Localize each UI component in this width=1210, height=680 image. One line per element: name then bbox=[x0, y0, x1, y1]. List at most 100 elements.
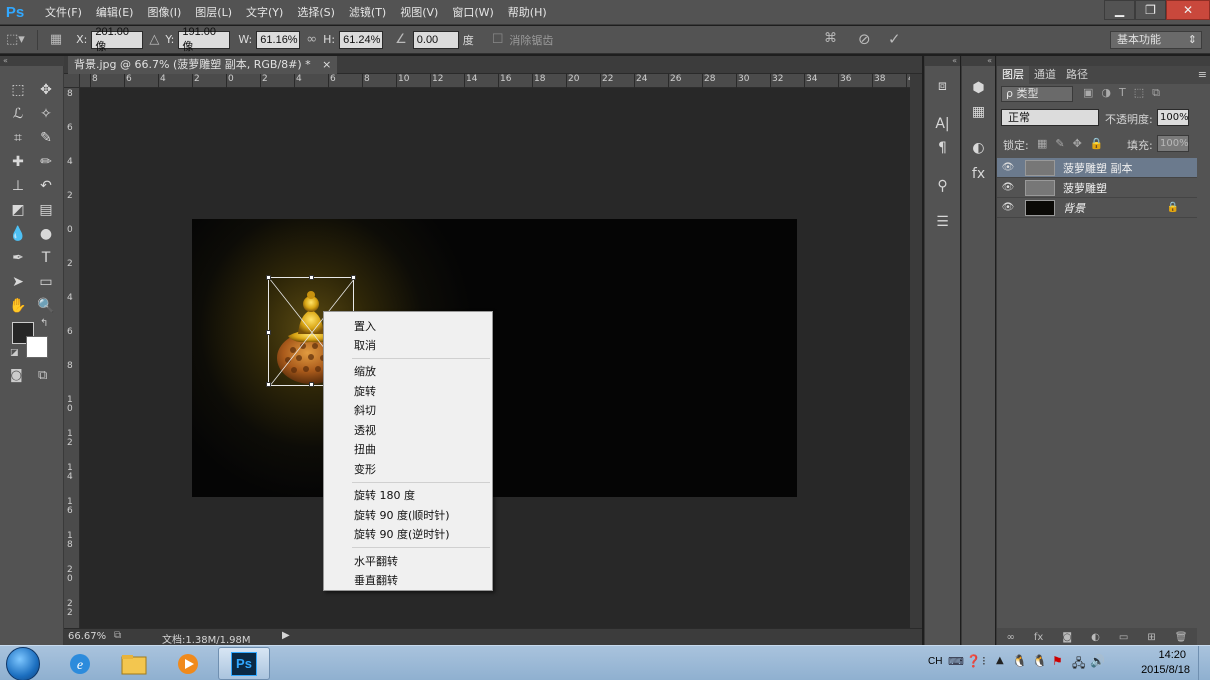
taskbar-media-player-icon[interactable] bbox=[162, 647, 214, 680]
x-field[interactable]: 201.00 像 bbox=[91, 26, 144, 53]
blend-mode-select[interactable]: 正常 bbox=[1001, 109, 1099, 126]
vertical-scrollbar[interactable] bbox=[910, 74, 922, 630]
menu-select[interactable]: 选择(S) bbox=[290, 0, 342, 25]
layer-filter-select[interactable]: ρ 类型 bbox=[1001, 86, 1073, 102]
paragraph-panel-icon[interactable]: ¶ bbox=[925, 140, 960, 156]
brush-presets-panel-icon[interactable]: ⚲ bbox=[925, 178, 960, 194]
eyedropper-tool-icon[interactable]: ✎ bbox=[32, 126, 60, 150]
transform-handle-bottom-left[interactable] bbox=[266, 382, 271, 387]
ctx-skew[interactable]: 斜切 bbox=[354, 402, 376, 418]
opacity-field[interactable]: 100% bbox=[1157, 109, 1189, 126]
strip-collapse-icon[interactable]: « bbox=[962, 56, 995, 66]
horizontal-ruler[interactable]: 8642024681012141618202224262830323436384… bbox=[80, 74, 919, 88]
width-field[interactable]: 61.16% bbox=[256, 30, 301, 49]
ime-options-icon[interactable]: ⁝ bbox=[982, 654, 986, 668]
background-color-swatch[interactable] bbox=[26, 336, 48, 358]
delete-layer-icon[interactable]: 🗑 bbox=[1175, 632, 1188, 643]
dodge-tool-icon[interactable]: ● bbox=[32, 222, 60, 246]
eye-icon[interactable]: 👁 bbox=[997, 182, 1019, 193]
menu-window[interactable]: 窗口(W) bbox=[445, 0, 500, 25]
character-panel-icon[interactable]: A| bbox=[925, 116, 960, 132]
history-brush-tool-icon[interactable]: ↶ bbox=[32, 174, 60, 198]
action-center-icon[interactable]: ⚑ bbox=[1052, 654, 1063, 668]
eye-icon[interactable]: 👁 bbox=[997, 162, 1019, 173]
cancel-transform-icon[interactable]: ⊘ bbox=[858, 30, 871, 48]
properties-panel-icon[interactable]: ☰ bbox=[925, 214, 960, 230]
qq-alt-icon[interactable]: 🐧 bbox=[1032, 654, 1047, 668]
taskbar-photoshop-icon[interactable]: Ps bbox=[218, 647, 270, 680]
layers-collapse-bar[interactable] bbox=[997, 56, 1210, 66]
volume-icon[interactable]: 🔊 bbox=[1090, 654, 1105, 668]
tab-channels[interactable]: 通道 bbox=[1029, 66, 1061, 84]
clone-stamp-tool-icon[interactable]: ⊥ bbox=[4, 174, 32, 198]
zoom-level[interactable]: 66.67% bbox=[68, 631, 106, 642]
clock-time[interactable]: 14:20 bbox=[1158, 649, 1186, 661]
transform-handle-top-right[interactable] bbox=[351, 275, 356, 280]
default-colors-icon[interactable]: ◪ bbox=[10, 348, 19, 358]
taskbar-explorer-icon[interactable] bbox=[108, 647, 160, 680]
export-icon[interactable]: ⧉ bbox=[114, 630, 121, 641]
help-icon[interactable]: ❓ bbox=[966, 654, 981, 668]
ctx-scale[interactable]: 缩放 bbox=[354, 363, 376, 379]
crop-tool-icon[interactable]: ⌗ bbox=[4, 126, 32, 150]
pen-tool-icon[interactable]: ✒ bbox=[4, 246, 32, 270]
move-tool-icon[interactable]: ✥ bbox=[32, 78, 60, 102]
start-button[interactable] bbox=[6, 647, 40, 680]
path-selection-tool-icon[interactable]: ➤ bbox=[4, 270, 32, 294]
screen-mode-icon[interactable]: ⧉ bbox=[38, 368, 47, 383]
layer-style-icon[interactable]: fx bbox=[1034, 632, 1043, 643]
transform-handle-bottom[interactable] bbox=[309, 382, 314, 387]
ctx-place[interactable]: 置入 bbox=[354, 318, 376, 334]
show-hidden-icons-icon[interactable]: ▲ bbox=[996, 655, 1004, 666]
angle-field[interactable]: 0.00 bbox=[412, 30, 459, 49]
tab-paths[interactable]: 路径 bbox=[1061, 66, 1093, 84]
lasso-tool-icon[interactable]: ℒ bbox=[4, 102, 32, 126]
menu-filter[interactable]: 滤镜(T) bbox=[342, 0, 393, 25]
network-icon[interactable]: 🖧 bbox=[1072, 654, 1085, 675]
fill-field[interactable]: 100% bbox=[1157, 135, 1189, 152]
panel-menu-icon[interactable]: ≡ bbox=[1198, 68, 1207, 81]
ctx-flip-horizontal[interactable]: 水平翻转 bbox=[354, 553, 398, 569]
close-button[interactable]: ✕ bbox=[1166, 0, 1210, 20]
ctx-distort[interactable]: 扭曲 bbox=[354, 441, 376, 457]
quick-mask-icon[interactable]: ◙ bbox=[10, 368, 23, 383]
adjustment-layer-icon[interactable]: ◐ bbox=[1091, 632, 1100, 643]
layer-row-background[interactable]: 👁 背景 🔒 bbox=[997, 198, 1197, 218]
show-desktop-button[interactable] bbox=[1198, 646, 1210, 680]
ctx-rotate-90-ccw[interactable]: 旋转 90 度(逆时针) bbox=[354, 526, 450, 542]
blur-tool-icon[interactable]: 💧 bbox=[4, 222, 32, 246]
layer-row-pineapple[interactable]: 👁 菠萝雕塑 bbox=[997, 178, 1197, 198]
ctx-flip-vertical[interactable]: 垂直翻转 bbox=[354, 572, 398, 588]
transform-handle-top[interactable] bbox=[309, 275, 314, 280]
brush-tool-icon[interactable]: ✏ bbox=[32, 150, 60, 174]
new-group-icon[interactable]: ▭ bbox=[1119, 632, 1128, 643]
ruler-corner[interactable] bbox=[64, 74, 80, 88]
styles-panel-icon[interactable]: fx bbox=[962, 166, 995, 182]
hand-tool-icon[interactable]: ✋ bbox=[4, 294, 32, 318]
eye-icon[interactable]: 👁 bbox=[997, 202, 1019, 213]
delta-icon[interactable]: △ bbox=[149, 32, 159, 47]
layer-filter-icons[interactable]: ▣◑T⬚⧉ bbox=[1083, 86, 1168, 100]
vertical-ruler[interactable]: 8 6 4 2 0 2 4 6 8 10 12 14 16 18 20 22 bbox=[64, 88, 80, 628]
document-tab[interactable]: 背景.jpg @ 66.7% (菠萝雕塑 副本, RGB/8#) * × bbox=[68, 56, 338, 74]
qq-icon[interactable]: 🐧 bbox=[1012, 654, 1027, 668]
clock-date[interactable]: 2015/8/18 bbox=[1141, 664, 1190, 676]
lock-icons[interactable]: ▦✎✥🔒 bbox=[1037, 137, 1112, 150]
3d-panel-icon[interactable]: ⬢ bbox=[962, 80, 995, 96]
menu-view[interactable]: 视图(V) bbox=[393, 0, 445, 25]
link-layers-icon[interactable]: ∞ bbox=[1007, 632, 1015, 643]
antialias-checkbox[interactable]: ☐ bbox=[492, 32, 504, 47]
menu-help[interactable]: 帮助(H) bbox=[501, 0, 554, 25]
y-field[interactable]: 191.00 像 bbox=[178, 26, 231, 53]
workspace-select[interactable]: 基本功能 ⇕ bbox=[1110, 31, 1202, 49]
close-tab-icon[interactable]: × bbox=[322, 58, 331, 71]
magic-wand-tool-icon[interactable]: ✧ bbox=[32, 102, 60, 126]
swatches-panel-icon[interactable]: ▦ bbox=[962, 104, 995, 120]
transform-handle-left[interactable] bbox=[266, 330, 271, 335]
menu-type[interactable]: 文字(Y) bbox=[239, 0, 290, 25]
restore-button[interactable]: ❐ bbox=[1135, 0, 1166, 20]
transform-handle-top-left[interactable] bbox=[266, 275, 271, 280]
strip-collapse-icon[interactable]: « bbox=[925, 56, 960, 66]
input-language[interactable]: CH bbox=[928, 656, 942, 667]
reference-point-icon[interactable]: ▦ bbox=[50, 32, 62, 47]
